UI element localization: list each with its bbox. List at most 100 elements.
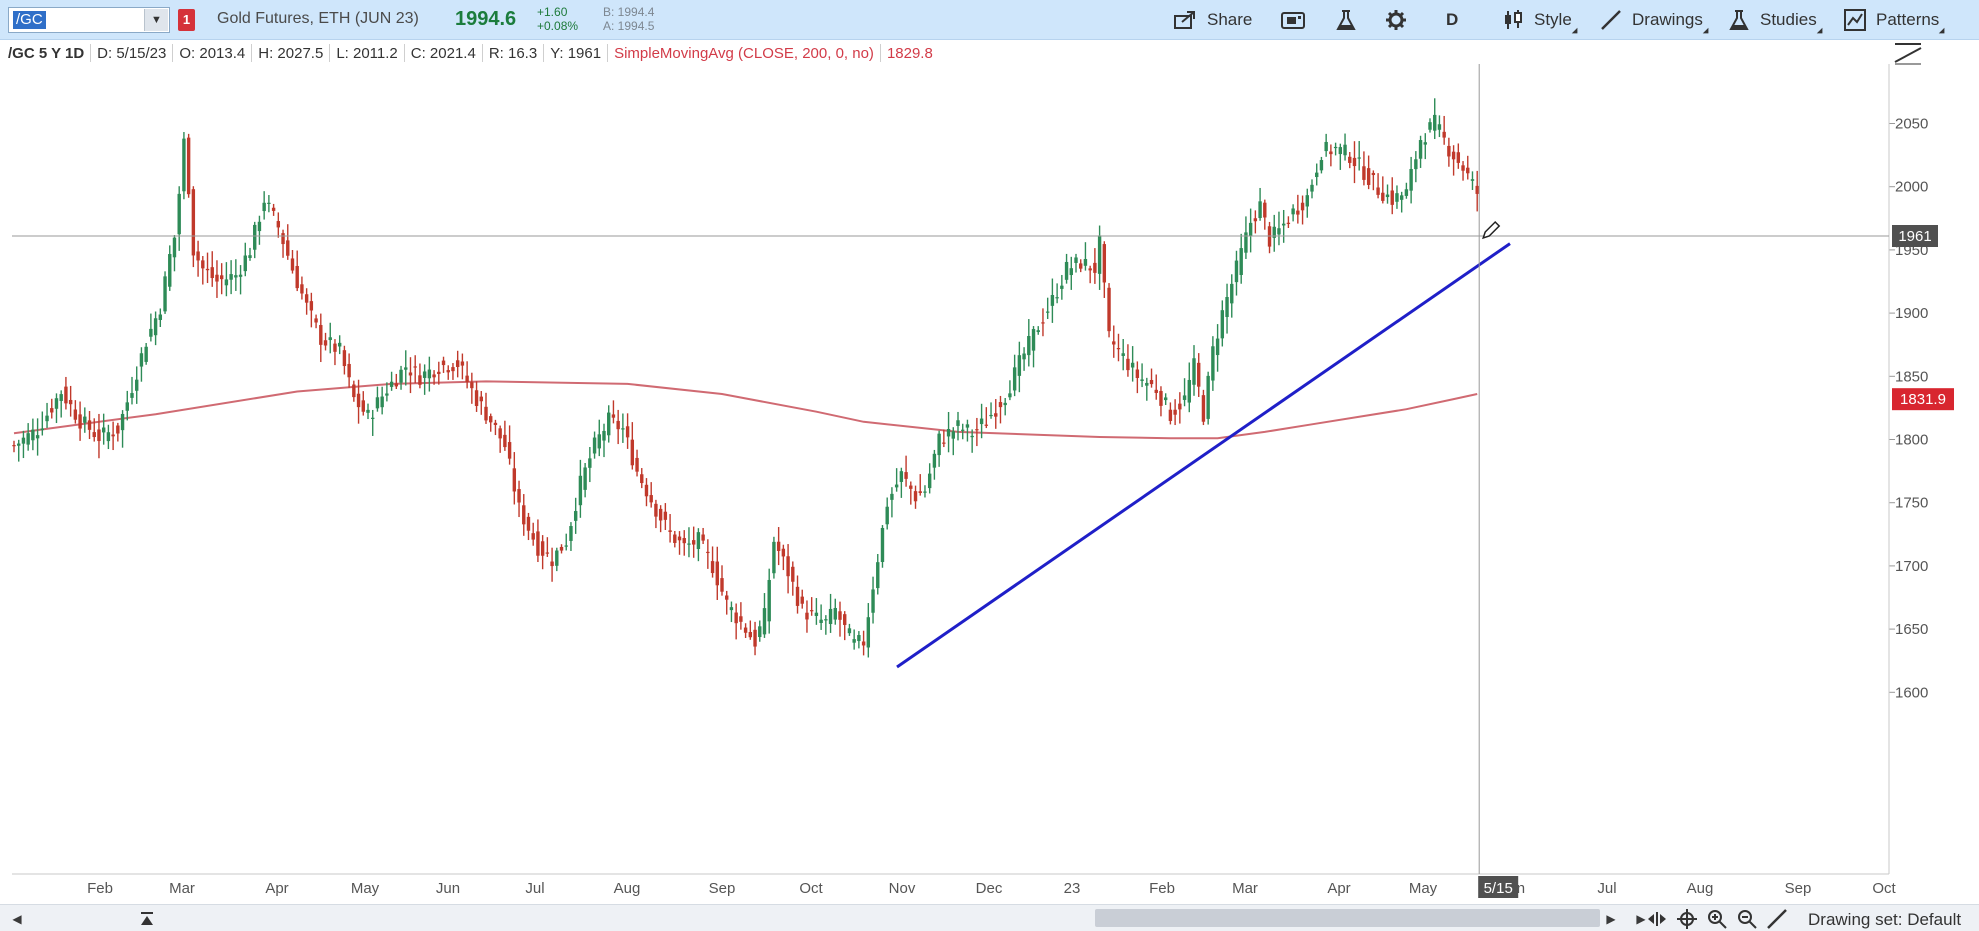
candle-body (923, 491, 927, 493)
candle-body (1168, 409, 1173, 421)
candle-body (1060, 285, 1064, 289)
candle-body (734, 612, 738, 624)
candle-body (569, 526, 573, 541)
candle-body (1215, 338, 1220, 356)
candle-body (833, 607, 837, 620)
candle-body (1244, 232, 1248, 253)
candle-body (1154, 389, 1158, 393)
y-tick-label: 2050 (1895, 116, 1928, 133)
zoom-in-icon[interactable] (1706, 909, 1728, 929)
candle-body (1107, 287, 1111, 332)
candle-body (1362, 166, 1366, 180)
candle-body (866, 617, 871, 648)
candle-body (97, 429, 101, 442)
candle-body (177, 193, 181, 235)
candle-body (512, 468, 517, 492)
candle-body (111, 434, 115, 437)
candle-body (635, 457, 639, 472)
x-tick-label: Jun (436, 880, 460, 897)
candle-body (1097, 235, 1102, 274)
candle-body (1447, 145, 1451, 157)
candle-body (328, 337, 332, 341)
candle-body (668, 530, 672, 532)
scroll-end-icon[interactable] (136, 909, 158, 929)
candle-body (422, 371, 427, 378)
candle-body (1390, 190, 1394, 205)
candle-body (304, 294, 309, 303)
candle-body (1163, 397, 1168, 401)
study-label[interactable]: SimpleMovingAvg (CLOSE, 200, 0, no) (614, 45, 874, 62)
candle-body (484, 406, 488, 421)
x-tick-label: Jul (525, 880, 544, 897)
candle-body (73, 409, 78, 420)
candle-body (40, 428, 45, 431)
zoom-out-icon[interactable] (1736, 909, 1758, 929)
candle-body (446, 370, 450, 373)
expand-icon[interactable] (1646, 909, 1668, 929)
candle-body (465, 375, 469, 382)
candle-body (729, 607, 734, 611)
candle-body (253, 224, 257, 250)
candle-body (432, 374, 436, 378)
candle-body (540, 541, 545, 556)
candle-body (470, 382, 474, 389)
candle-body (1211, 346, 1215, 381)
candle-body (630, 439, 635, 466)
candle-body (1319, 160, 1324, 171)
x-tick-label: Nov (889, 880, 916, 897)
candle-body (418, 375, 422, 385)
candle (191, 186, 196, 268)
candle-body (437, 371, 441, 375)
scroll-right-icon[interactable]: ▶ (1600, 909, 1622, 929)
candle-body (1466, 167, 1470, 174)
candle-body (1475, 185, 1479, 194)
candle-body (1017, 355, 1022, 376)
candle-body (92, 432, 96, 438)
candle-body (1333, 146, 1338, 149)
candle-body (309, 301, 314, 311)
scroll-left-icon[interactable]: ◀ (6, 909, 28, 929)
candle-body (323, 340, 328, 346)
candle-body (767, 579, 771, 622)
candle-body (1248, 222, 1253, 236)
candle-body (1197, 362, 1201, 387)
candle-body (26, 433, 30, 445)
candle-body (1263, 202, 1267, 218)
candle-body (1281, 223, 1286, 226)
candle-body (83, 416, 87, 423)
candle-body (531, 533, 535, 540)
y-tick-label: 2000 (1895, 179, 1928, 196)
candle-body (795, 586, 800, 606)
candle-body (219, 275, 224, 280)
candle-body (238, 274, 243, 277)
candle-body (503, 434, 507, 448)
candle-body (1277, 228, 1281, 235)
drawing-tool-icon[interactable] (1893, 40, 1923, 66)
candle-body (852, 639, 856, 643)
candle-body (871, 589, 875, 613)
candle-body (1338, 147, 1343, 155)
draw-line-icon[interactable] (1766, 909, 1788, 929)
candle-body (758, 626, 762, 638)
candle-body (809, 610, 814, 612)
candle-body (1442, 131, 1446, 138)
candle-body (130, 393, 134, 398)
x-tick-label: Apr (265, 880, 288, 897)
crosshair-icon[interactable] (1676, 909, 1698, 929)
candle-body (361, 400, 365, 412)
candle-body (455, 360, 460, 367)
candle-body (1381, 192, 1385, 201)
candle-body (153, 318, 158, 336)
candle-body (715, 561, 719, 586)
x-tick-label: Aug (614, 880, 641, 897)
candle-body (1305, 195, 1309, 207)
candle-body (876, 562, 880, 589)
price-chart[interactable]: 1600165017001750180018501900195020002050… (0, 0, 1979, 904)
candle-body (276, 221, 281, 228)
y-tick-label: 1900 (1895, 305, 1928, 322)
candle-body (979, 418, 984, 425)
scrollbar-thumb[interactable] (1095, 909, 1600, 927)
drawing-set-label[interactable]: Drawing set: Default (1808, 910, 1961, 930)
candle-body (970, 435, 974, 438)
candle-body (621, 428, 625, 430)
